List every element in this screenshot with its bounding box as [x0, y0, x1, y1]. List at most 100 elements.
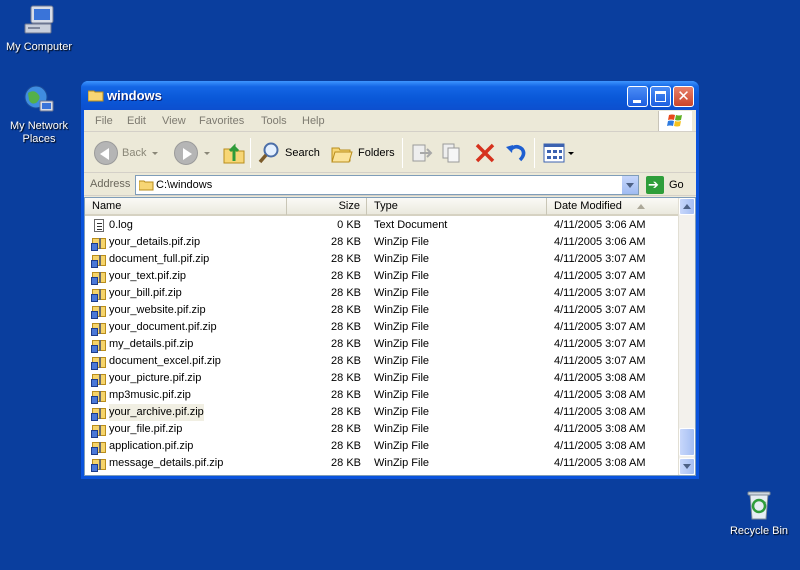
- file-size: 28 KB: [331, 440, 361, 452]
- title-bar[interactable]: windows ✕: [81, 81, 699, 110]
- zip-file-icon: [91, 253, 107, 268]
- file-row[interactable]: your_website.pif.zip 28 KB WinZip File 4/11…: [85, 302, 679, 319]
- go-button[interactable]: Go: [646, 176, 684, 194]
- minimize-icon: [633, 100, 641, 103]
- folder-icon: [139, 180, 154, 191]
- delete-button[interactable]: [473, 138, 497, 168]
- menu-view[interactable]: View: [162, 115, 186, 127]
- file-size: 28 KB: [331, 287, 361, 299]
- delete-icon: [475, 143, 495, 163]
- file-name-cell: mp3music.pif.zip: [91, 387, 191, 404]
- forward-button[interactable]: [174, 138, 210, 168]
- menu-file[interactable]: File: [95, 115, 113, 127]
- file-name-cell: your_archive.pif.zip: [91, 404, 204, 421]
- close-button[interactable]: ✕: [673, 86, 694, 107]
- back-label: Back: [122, 147, 147, 159]
- undo-button[interactable]: [504, 138, 528, 168]
- file-name-cell: 0.log: [91, 217, 133, 234]
- menu-tools[interactable]: Tools: [261, 115, 287, 127]
- zip-file-icon: [91, 389, 107, 404]
- file-date-modified: 4/11/2005 3:08 AM: [554, 406, 646, 418]
- scroll-up-button[interactable]: [679, 198, 695, 215]
- file-date-modified: 4/11/2005 3:07 AM: [554, 270, 646, 282]
- address-dropdown-button[interactable]: [621, 176, 638, 194]
- file-size: 28 KB: [331, 372, 361, 384]
- file-row[interactable]: your_text.pif.zip 28 KB WinZip File 4/11/20…: [85, 268, 679, 285]
- desktop-icon-label: My Network Places: [9, 120, 69, 145]
- file-row[interactable]: document_full.pif.zip 28 KB WinZip File 4/1…: [85, 251, 679, 268]
- file-row[interactable]: your_bill.pif.zip 28 KB WinZip File 4/11/20…: [85, 285, 679, 302]
- desktop-icon-my-computer[interactable]: My Computer: [0, 4, 79, 54]
- file-row[interactable]: your_document.pif.zip 28 KB WinZip File 4/1…: [85, 319, 679, 336]
- file-list[interactable]: Name Size Type Date Modified 0.log 0 KB Te…: [84, 197, 696, 476]
- file-type: WinZip File: [374, 423, 430, 435]
- move-to-button[interactable]: [409, 138, 433, 168]
- views-icon: [543, 143, 565, 163]
- address-input[interactable]: C:\windows: [135, 175, 639, 195]
- up-folder-icon: [223, 143, 245, 164]
- file-row[interactable]: your_file.pif.zip 28 KB WinZip File 4/11/20…: [85, 421, 679, 438]
- column-header-type[interactable]: Type: [367, 198, 547, 215]
- menu-favorites[interactable]: Favorites: [199, 115, 244, 127]
- desktop-icon-label: My Computer: [5, 41, 73, 53]
- file-size: 28 KB: [331, 355, 361, 367]
- address-label: Address: [90, 178, 131, 190]
- address-value: C:\windows: [156, 179, 213, 191]
- maximize-button[interactable]: [650, 86, 671, 107]
- file-row[interactable]: your_archive.pif.zip 28 KB WinZip File 4/11…: [85, 404, 679, 421]
- copy-to-button[interactable]: [440, 138, 464, 168]
- file-row[interactable]: your_picture.pif.zip 28 KB WinZip File 4/11…: [85, 370, 679, 387]
- menu-help[interactable]: Help: [302, 115, 325, 127]
- file-row[interactable]: application.pif.zip 28 KB WinZip File 4/11/…: [85, 438, 679, 455]
- back-button[interactable]: Back: [94, 138, 159, 168]
- file-size: 28 KB: [331, 321, 361, 333]
- file-date-modified: 4/11/2005 3:08 AM: [554, 372, 646, 384]
- scroll-down-button[interactable]: [679, 458, 695, 475]
- file-row[interactable]: document_excel.pif.zip 28 KB WinZip File 4/…: [85, 353, 679, 370]
- file-name: document_excel.pif.zip: [109, 355, 221, 367]
- zip-file-icon: [91, 321, 107, 336]
- column-header-name[interactable]: Name: [85, 198, 287, 215]
- file-name: your_document.pif.zip: [109, 321, 217, 333]
- search-label: Search: [285, 147, 320, 159]
- chevron-down-icon: [204, 151, 210, 155]
- my-computer-icon: [22, 4, 56, 38]
- file-type: WinZip File: [374, 287, 430, 299]
- search-icon: [258, 142, 279, 164]
- minimize-button[interactable]: [627, 86, 648, 107]
- folders-button[interactable]: Folders: [330, 138, 395, 168]
- column-header-date-label: Date Modified: [554, 200, 622, 212]
- file-name: 0.log: [109, 219, 133, 231]
- file-date-modified: 4/11/2005 3:06 AM: [554, 219, 646, 231]
- file-name: mp3music.pif.zip: [109, 389, 191, 401]
- file-size: 28 KB: [331, 406, 361, 418]
- up-folder-button[interactable]: [222, 138, 246, 168]
- search-button[interactable]: Search: [257, 138, 320, 168]
- desktop-icon-recycle-bin[interactable]: Recycle Bin: [719, 488, 799, 538]
- file-type: Text Document: [374, 219, 448, 231]
- file-date-modified: 4/11/2005 3:07 AM: [554, 338, 646, 350]
- back-arrow-icon: [94, 141, 118, 165]
- file-row[interactable]: 0.log 0 KB Text Document 4/11/2005 3:06 AM: [85, 217, 679, 234]
- address-bar: Address C:\windows Go: [84, 174, 696, 196]
- copy-to-icon: [442, 143, 460, 163]
- column-header-size[interactable]: Size: [287, 198, 367, 215]
- scroll-thumb[interactable]: [679, 428, 695, 456]
- file-row[interactable]: mp3music.pif.zip 28 KB WinZip File 4/11/200…: [85, 387, 679, 404]
- folders-label: Folders: [358, 147, 395, 159]
- undo-icon: [506, 145, 526, 162]
- file-row[interactable]: your_details.pif.zip 28 KB WinZip File 4/11…: [85, 234, 679, 251]
- vertical-scrollbar[interactable]: [678, 198, 695, 475]
- file-type: WinZip File: [374, 321, 430, 333]
- file-name: your_picture.pif.zip: [109, 372, 202, 384]
- column-header-date-modified[interactable]: Date Modified: [547, 198, 679, 215]
- file-row[interactable]: my_details.pif.zip 28 KB WinZip File 4/11/2…: [85, 336, 679, 353]
- views-button[interactable]: [542, 138, 574, 168]
- menu-edit[interactable]: Edit: [127, 115, 146, 127]
- file-name-cell: your_file.pif.zip: [91, 421, 182, 438]
- file-date-modified: 4/11/2005 3:08 AM: [554, 440, 646, 452]
- file-name-cell: your_website.pif.zip: [91, 302, 206, 319]
- file-row[interactable]: message_details.pif.zip 28 KB WinZip File 4…: [85, 455, 679, 472]
- file-name-cell: your_document.pif.zip: [91, 319, 217, 336]
- desktop-icon-my-network-places[interactable]: My Network Places: [0, 83, 79, 146]
